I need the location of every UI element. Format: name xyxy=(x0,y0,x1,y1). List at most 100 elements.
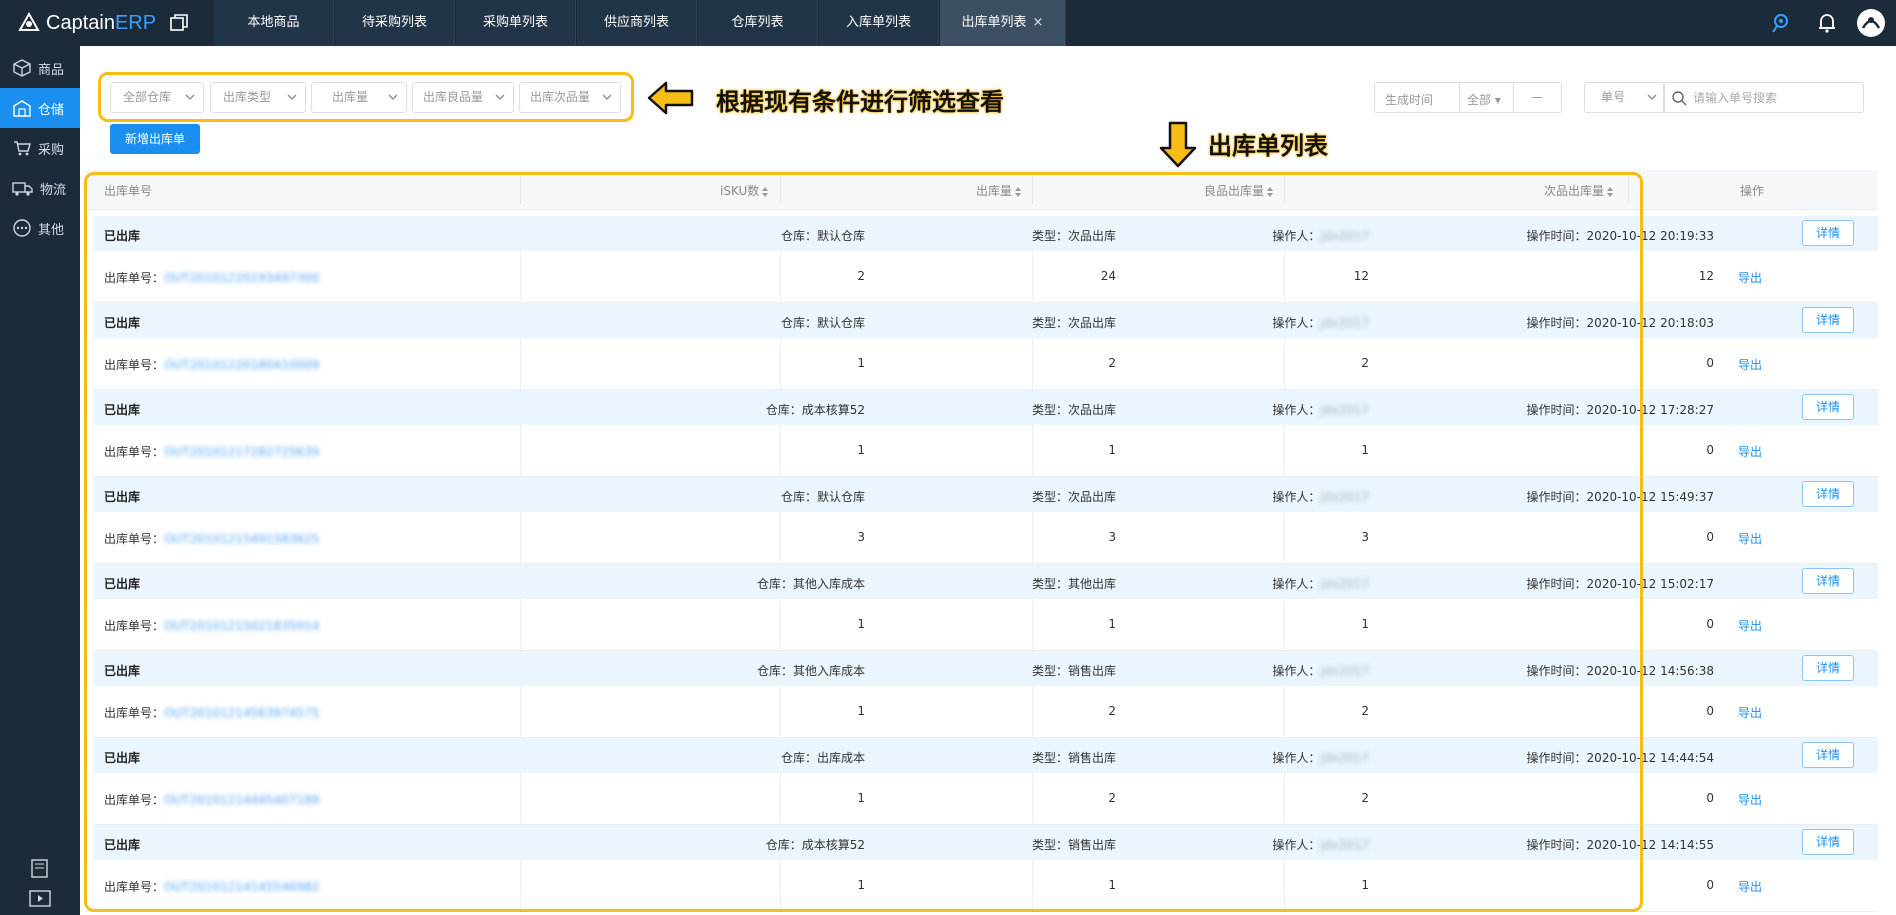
sidebar-item-others[interactable]: 其他 xyxy=(0,208,80,248)
book-icon[interactable] xyxy=(28,858,52,880)
type-text: 类型：销售出库 xyxy=(1031,664,1116,678)
good-qty-select[interactable]: 出库良品量 xyxy=(412,82,514,113)
defect-qty: 0 xyxy=(1706,878,1714,892)
tab-purchase-orders[interactable]: 采购单列表 xyxy=(456,0,576,46)
divider xyxy=(780,176,781,204)
operator-text: 操作人：jdx2017 xyxy=(1272,229,1369,243)
col-good-qty[interactable]: 良品出库量 xyxy=(1204,182,1274,199)
order-number-link[interactable]: OUT20101217282725639 xyxy=(164,445,319,459)
order-number-link[interactable]: OUT20101220180410009 xyxy=(164,358,319,372)
col-out-qty[interactable]: 出库量 xyxy=(976,182,1022,199)
sidebar-item-purchase[interactable]: 采购 xyxy=(0,128,80,168)
out-type-select[interactable]: 出库类型 xyxy=(210,82,306,113)
type-text: 类型：次品出库 xyxy=(1031,316,1116,330)
close-tab-icon[interactable]: × xyxy=(1033,15,1044,30)
detail-button[interactable]: 详情 xyxy=(1802,307,1854,333)
search-input[interactable] xyxy=(1693,88,1853,107)
divider xyxy=(1032,599,1033,651)
divider xyxy=(520,512,521,564)
export-link[interactable]: 导出 xyxy=(1738,878,1762,895)
time-text: 操作时间：2020-10-12 20:19:33 xyxy=(1526,229,1714,243)
add-outbound-button[interactable]: 新增出库单 xyxy=(110,124,200,154)
export-link[interactable]: 导出 xyxy=(1738,443,1762,460)
help-icon[interactable] xyxy=(1768,10,1794,36)
avatar[interactable] xyxy=(1856,8,1886,38)
window-toggle-icon[interactable] xyxy=(168,12,190,34)
divider xyxy=(1284,860,1285,912)
defect-qty-select[interactable]: 出库次品量 xyxy=(519,82,621,113)
divider xyxy=(1513,83,1514,112)
col-defect-qty[interactable]: 次品出库量 xyxy=(1544,182,1614,199)
export-link[interactable]: 导出 xyxy=(1738,617,1762,634)
search-field-select[interactable]: 单号 xyxy=(1584,82,1664,113)
order-number: 出库单号：OUT20101214563974575 xyxy=(104,706,320,720)
tab-pending-purchase[interactable]: 待采购列表 xyxy=(335,0,455,46)
order-summary-row: 已出库 仓库：成本核算52 类型：销售出库 操作人：jdx2017 操作时间：2… xyxy=(94,825,1878,860)
good-qty: 2 xyxy=(1361,356,1369,370)
sku-count: 1 xyxy=(857,443,865,457)
sidebar-item-logistics[interactable]: 物流 xyxy=(0,168,80,208)
export-link[interactable]: 导出 xyxy=(1738,791,1762,808)
date-range-dash: — xyxy=(1531,90,1543,104)
chevron-down-icon xyxy=(388,94,398,100)
detail-button[interactable]: 详情 xyxy=(1802,481,1854,507)
sidebar-item-products[interactable]: 商品 xyxy=(0,48,80,88)
bell-icon[interactable] xyxy=(1814,10,1840,36)
order-number-link[interactable]: OUT20101215021835914 xyxy=(164,619,319,633)
tab-suppliers[interactable]: 供应商列表 xyxy=(577,0,697,46)
export-link[interactable]: 导出 xyxy=(1738,356,1762,373)
tab-inbound-orders[interactable]: 入库单列表 xyxy=(819,0,939,46)
divider xyxy=(520,773,521,825)
export-link[interactable]: 导出 xyxy=(1738,269,1762,286)
order-number-link[interactable]: OUT20101215491583625 xyxy=(164,532,319,546)
divider xyxy=(1459,83,1460,112)
tab-outbound-orders[interactable]: 出库单列表 × xyxy=(940,0,1066,46)
defect-qty: 0 xyxy=(1706,791,1714,805)
video-icon[interactable] xyxy=(28,888,52,910)
detail-button[interactable]: 详情 xyxy=(1802,220,1854,246)
time-text: 操作时间：2020-10-12 20:18:03 xyxy=(1526,316,1714,330)
chevron-down-icon xyxy=(495,94,505,100)
time-text: 操作时间：2020-10-12 14:44:54 xyxy=(1526,751,1714,765)
out-qty: 24 xyxy=(1100,269,1116,283)
date-filter[interactable]: 生成时间 全部 ▾ — xyxy=(1374,82,1562,113)
time-text: 操作时间：2020-10-12 15:02:17 xyxy=(1526,577,1714,591)
chevron-down-icon xyxy=(185,94,195,100)
tab-warehouses[interactable]: 仓库列表 xyxy=(698,0,818,46)
warehouse-text: 仓库：默认仓库 xyxy=(780,316,865,330)
logo[interactable]: Captain ERP xyxy=(16,8,156,38)
date-range-select[interactable]: 全部 ▾ xyxy=(1467,91,1501,108)
sku-count: 1 xyxy=(857,878,865,892)
warehouse-select[interactable]: 全部仓库 xyxy=(110,82,204,113)
detail-button[interactable]: 详情 xyxy=(1802,742,1854,768)
order-summary-row: 已出库 仓库：默认仓库 类型：次品出库 操作人：jdx2017 操作时间：202… xyxy=(94,216,1878,251)
out-qty-select[interactable]: 出库量 xyxy=(311,82,407,113)
detail-button[interactable]: 详情 xyxy=(1802,568,1854,594)
order-number-link[interactable]: OUT20101214145546982 xyxy=(164,880,319,894)
detail-button[interactable]: 详情 xyxy=(1802,829,1854,855)
status-label: 已出库 xyxy=(104,229,141,243)
order-number-link[interactable]: OUT20101214445407189 xyxy=(164,793,319,807)
warehouse-text: 仓库：成本核算52 xyxy=(765,403,865,417)
good-qty: 1 xyxy=(1361,878,1369,892)
divider xyxy=(780,251,781,303)
detail-button[interactable]: 详情 xyxy=(1802,655,1854,681)
divider xyxy=(1284,512,1285,564)
export-link[interactable]: 导出 xyxy=(1738,704,1762,721)
detail-button[interactable]: 详情 xyxy=(1802,394,1854,420)
good-qty: 3 xyxy=(1361,530,1369,544)
arrow-down-icon xyxy=(1159,121,1197,168)
order-number-link[interactable]: OUT20101214563974575 xyxy=(164,706,319,720)
type-text: 类型：销售出库 xyxy=(1031,751,1116,765)
col-sku-count[interactable]: iSKU数 xyxy=(720,182,769,199)
warehouse-text: 仓库：默认仓库 xyxy=(780,490,865,504)
sort-icon xyxy=(762,186,769,197)
tab-local-products[interactable]: 本地商品 xyxy=(214,0,334,46)
order-number-link[interactable]: OUT20101220193497300 xyxy=(164,271,319,285)
export-link[interactable]: 导出 xyxy=(1738,530,1762,547)
status-label: 已出库 xyxy=(104,403,141,417)
time-text: 操作时间：2020-10-12 14:14:55 xyxy=(1526,838,1714,852)
sidebar-item-warehouse[interactable]: 仓储 xyxy=(0,88,80,128)
sku-count: 3 xyxy=(857,530,865,544)
time-text: 操作时间：2020-10-12 15:49:37 xyxy=(1526,490,1714,504)
